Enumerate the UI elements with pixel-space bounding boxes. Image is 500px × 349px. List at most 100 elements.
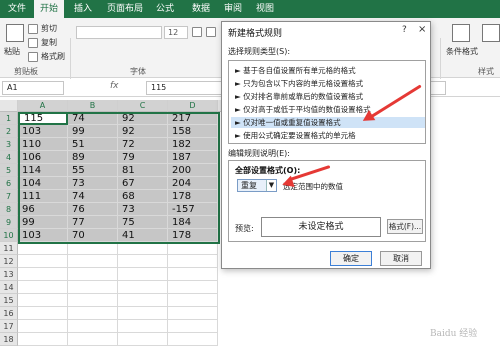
row-header-9[interactable]: 9	[0, 216, 18, 229]
row-header-8[interactable]: 8	[0, 203, 18, 216]
row-header-6[interactable]: 6	[0, 177, 18, 190]
paste-button[interactable]: 粘贴	[4, 46, 20, 57]
table-cell[interactable]: 68	[118, 190, 168, 203]
shrink-font-button[interactable]	[206, 27, 216, 37]
tab-page-layout[interactable]: 页面布局	[102, 0, 148, 18]
tab-home[interactable]: 开始	[34, 0, 64, 18]
table-cell[interactable]: 67	[118, 177, 168, 190]
duplicate-unique-select[interactable]: 重复 ▼	[237, 179, 277, 192]
rule-type-item[interactable]: ► 基于各自值设置所有单元格的格式	[231, 65, 425, 76]
table-cell[interactable]	[68, 255, 118, 268]
active-cell[interactable]: 115	[18, 112, 68, 125]
row-header-7[interactable]: 7	[0, 190, 18, 203]
table-cell[interactable]	[168, 255, 218, 268]
rule-type-item[interactable]: ► 只为包含以下内容的单元格设置格式	[231, 78, 425, 89]
table-cell[interactable]: 79	[118, 151, 168, 164]
table-cell[interactable]	[68, 333, 118, 346]
tab-file[interactable]: 文件	[0, 0, 34, 18]
table-cell[interactable]: 96	[18, 203, 68, 216]
rule-type-item[interactable]: ► 使用公式确定要设置格式的单元格	[231, 130, 425, 141]
table-cell[interactable]	[168, 268, 218, 281]
row-header-13[interactable]: 13	[0, 268, 18, 281]
table-cell[interactable]: 99	[18, 216, 68, 229]
table-cell[interactable]: 178	[168, 229, 218, 242]
table-cell[interactable]: 51	[68, 138, 118, 151]
row-header-17[interactable]: 17	[0, 320, 18, 333]
fx-icon[interactable]: fx	[110, 81, 119, 91]
cancel-button[interactable]: 取消	[380, 251, 422, 266]
table-cell[interactable]: 81	[118, 164, 168, 177]
table-cell[interactable]: 184	[168, 216, 218, 229]
table-cell[interactable]	[18, 320, 68, 333]
close-icon[interactable]: ×	[418, 24, 426, 35]
table-cell[interactable]: 74	[68, 112, 118, 125]
table-cell[interactable]: 103	[18, 125, 68, 138]
table-cell[interactable]: 89	[68, 151, 118, 164]
row-header-2[interactable]: 2	[0, 125, 18, 138]
table-cell[interactable]	[18, 255, 68, 268]
select-all-corner[interactable]	[0, 100, 18, 112]
tab-data[interactable]: 数据	[186, 0, 216, 18]
font-name-box[interactable]	[76, 26, 162, 39]
table-cell[interactable]	[68, 307, 118, 320]
table-cell[interactable]	[168, 333, 218, 346]
table-cell[interactable]: 70	[68, 229, 118, 242]
table-cell[interactable]: 182	[168, 138, 218, 151]
help-icon[interactable]: ?	[402, 25, 407, 35]
table-cell[interactable]: 74	[68, 190, 118, 203]
row-header-3[interactable]: 3	[0, 138, 18, 151]
table-cell[interactable]: 200	[168, 164, 218, 177]
grow-font-button[interactable]	[192, 27, 202, 37]
table-cell[interactable]: 92	[118, 125, 168, 138]
copy-button[interactable]: 复制	[28, 37, 57, 48]
table-cell[interactable]	[18, 242, 68, 255]
table-cell[interactable]	[118, 281, 168, 294]
table-cell[interactable]: 217	[168, 112, 218, 125]
table-cell[interactable]	[118, 333, 168, 346]
table-cell[interactable]	[168, 320, 218, 333]
table-cell[interactable]: 178	[168, 190, 218, 203]
table-cell[interactable]: 103	[18, 229, 68, 242]
table-cell[interactable]	[68, 320, 118, 333]
row-header-10[interactable]: 10	[0, 229, 18, 242]
table-cell[interactable]: 77	[68, 216, 118, 229]
table-cell[interactable]	[168, 294, 218, 307]
paste-icon[interactable]	[6, 24, 24, 42]
tab-view[interactable]: 视图	[250, 0, 280, 18]
row-header-15[interactable]: 15	[0, 294, 18, 307]
table-cell[interactable]: 72	[118, 138, 168, 151]
table-cell[interactable]	[118, 255, 168, 268]
tab-review[interactable]: 审阅	[218, 0, 248, 18]
table-cell[interactable]: 111	[18, 190, 68, 203]
table-cell[interactable]	[168, 281, 218, 294]
row-header-5[interactable]: 5	[0, 164, 18, 177]
table-cell[interactable]	[18, 294, 68, 307]
font-size-box[interactable]: 12	[164, 26, 188, 39]
table-cell[interactable]	[68, 294, 118, 307]
table-cell[interactable]	[68, 242, 118, 255]
table-cell[interactable]: 76	[68, 203, 118, 216]
table-format-icon[interactable]	[482, 24, 500, 42]
table-cell[interactable]: 204	[168, 177, 218, 190]
rule-type-item[interactable]: ► 仅对唯一值或重复值设置格式	[231, 117, 425, 128]
row-header-11[interactable]: 11	[0, 242, 18, 255]
table-cell[interactable]: 114	[18, 164, 68, 177]
table-cell[interactable]: 73	[68, 177, 118, 190]
row-header-1[interactable]: 1	[0, 112, 18, 125]
table-cell[interactable]	[18, 333, 68, 346]
conditional-formatting-button[interactable]: 条件格式	[446, 46, 478, 57]
cut-button[interactable]: 剪切	[28, 23, 57, 34]
column-header-a[interactable]: A	[18, 100, 68, 112]
column-header-b[interactable]: B	[68, 100, 118, 112]
table-cell[interactable]	[118, 268, 168, 281]
format-painter-button[interactable]: 格式刷	[28, 51, 65, 62]
table-cell[interactable]	[18, 268, 68, 281]
table-cell[interactable]: 92	[118, 112, 168, 125]
column-header-d[interactable]: D	[168, 100, 218, 112]
table-cell[interactable]: 55	[68, 164, 118, 177]
table-cell[interactable]: 106	[18, 151, 68, 164]
rule-type-item[interactable]: ► 仅对高于或低于平均值的数值设置格式	[231, 104, 425, 115]
ok-button[interactable]: 确定	[330, 251, 372, 266]
table-cell[interactable]	[118, 307, 168, 320]
table-cell[interactable]	[68, 281, 118, 294]
